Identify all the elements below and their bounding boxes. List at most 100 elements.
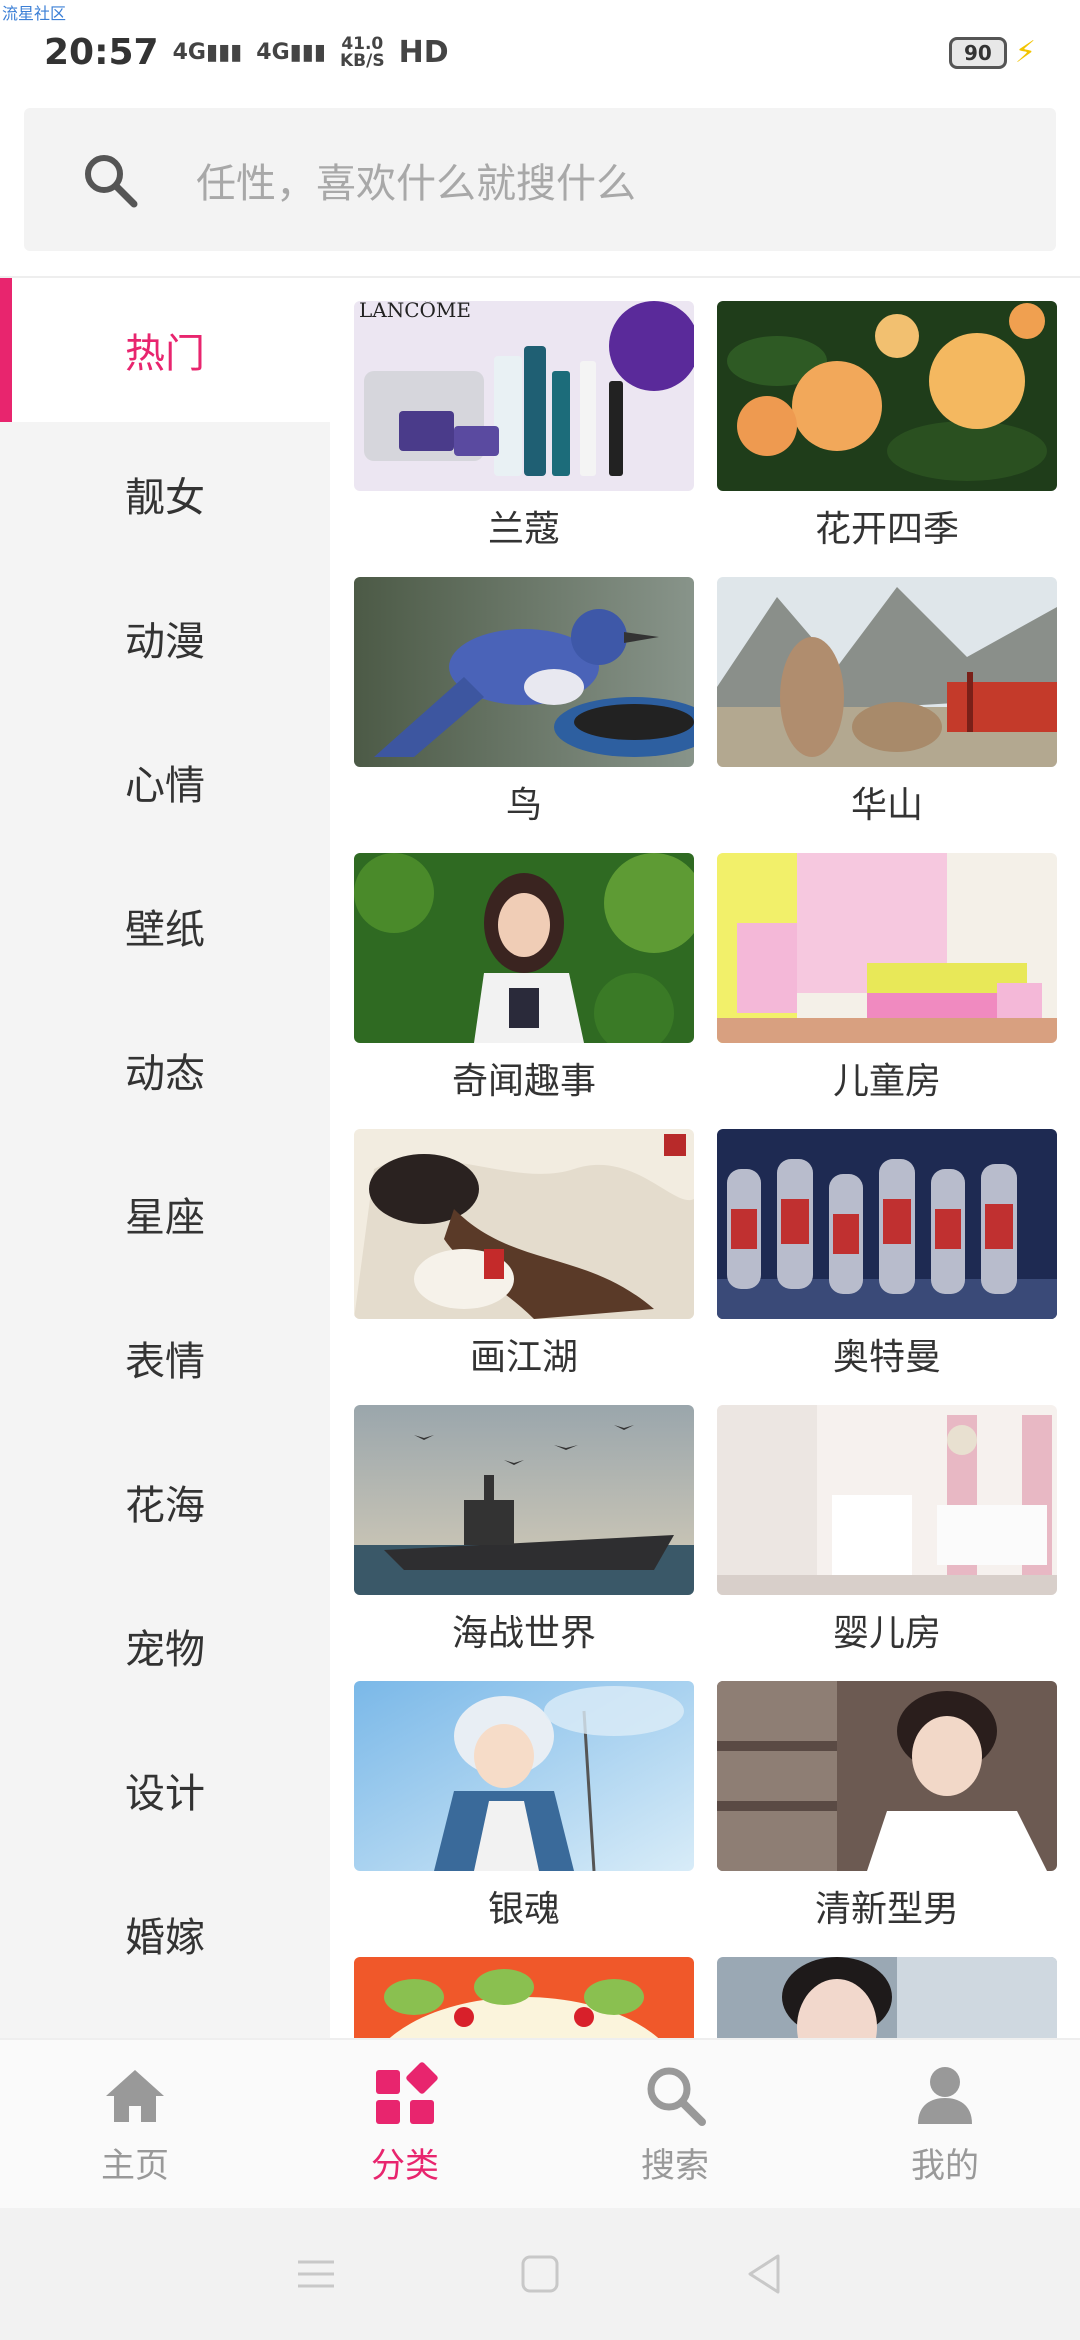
signal-1-label: 4G xyxy=(172,39,206,65)
category-thumbnail xyxy=(717,1405,1057,1595)
sidebar-item-label: 心情 xyxy=(125,763,205,809)
nav-search[interactable]: 搜索 xyxy=(540,2040,810,2208)
category-thumbnail xyxy=(717,1681,1057,1871)
category-thumbnail xyxy=(354,577,694,767)
home-icon xyxy=(106,2070,164,2122)
category-caption: 海战世界 xyxy=(451,1613,596,1654)
signal-bars-icon: ▮▮▮ xyxy=(289,39,326,65)
category-thumbnail: LANCÔME xyxy=(354,301,694,491)
category-card-painted-jianghu[interactable]: 画江湖 xyxy=(354,1106,694,1378)
sidebar-item-hot[interactable]: 热门 xyxy=(0,278,330,422)
sidebar-item-flowers[interactable]: 花海 xyxy=(0,1430,330,1574)
category-card-ultraman[interactable]: 奥特曼 xyxy=(717,1106,1057,1378)
back-icon[interactable] xyxy=(742,2252,786,2296)
category-caption: 画江湖 xyxy=(469,1337,578,1378)
sidebar-item-emoji[interactable]: 表情 xyxy=(0,1286,330,1430)
category-thumbnail xyxy=(717,1129,1057,1319)
category-card-fresh-guy[interactable]: 清新型男 xyxy=(717,1658,1057,1930)
category-card-curiosities[interactable]: 奇闻趣事 xyxy=(354,830,694,1102)
sidebar-item-pets[interactable]: 宠物 xyxy=(0,1574,330,1718)
category-thumbnail xyxy=(354,1129,694,1319)
sidebar-item-label: 表情 xyxy=(125,1339,205,1385)
sidebar-item-label: 动态 xyxy=(125,1051,205,1097)
category-thumbnail xyxy=(354,853,694,1043)
category-card-bird[interactable]: 鸟 xyxy=(354,554,694,826)
category-thumbnail xyxy=(717,301,1057,491)
category-caption: 鸟 xyxy=(505,785,542,826)
sidebar-item-label: 热门 xyxy=(125,331,205,377)
sidebar-item-wedding[interactable]: 婚嫁 xyxy=(0,1862,330,2006)
nav-profile[interactable]: 我的 xyxy=(810,2040,1080,2208)
signal-2-label: 4G xyxy=(256,39,290,65)
sidebar-item-zodiac[interactable]: 星座 xyxy=(0,1142,330,1286)
sidebar-item-design[interactable]: 设计 xyxy=(0,1718,330,1862)
hd-indicator: HD xyxy=(398,35,449,70)
net-speed-value: 41.0 xyxy=(341,33,384,54)
category-caption: 清新型男 xyxy=(814,1889,959,1930)
category-card-lancome[interactable]: LANCÔME 兰蔻 xyxy=(354,278,694,550)
signal-1: 4G▮▮▮ xyxy=(172,39,243,65)
sidebar-item-label: 设计 xyxy=(125,1771,205,1817)
profile-icon xyxy=(918,2067,972,2124)
battery-level: 90 xyxy=(964,40,992,65)
category-caption: 奇闻趣事 xyxy=(451,1061,596,1102)
net-speed-unit: KB/S xyxy=(340,50,385,71)
sidebar-item-label: 婚嫁 xyxy=(125,1915,205,1961)
category-caption: 银魂 xyxy=(487,1889,560,1930)
category-card-gintama[interactable]: 银魂 xyxy=(354,1658,694,1930)
search-input[interactable]: 任性，喜欢什么就搜什么 xyxy=(196,151,636,209)
sidebar-item-label: 花海 xyxy=(125,1483,205,1529)
category-thumbnail xyxy=(354,1681,694,1871)
status-bar: 20:57 4G▮▮▮ 4G▮▮▮ 41.0 KB/S HD 90 ⚡ xyxy=(0,0,1080,105)
sidebar-item-label: 宠物 xyxy=(125,1627,205,1673)
category-icon xyxy=(376,2062,438,2124)
sidebar-item-anime[interactable]: 动漫 xyxy=(0,566,330,710)
search-icon xyxy=(647,2067,706,2126)
search-bar[interactable]: 任性，喜欢什么就搜什么 xyxy=(24,108,1056,251)
category-caption: 兰蔻 xyxy=(487,509,560,550)
sidebar-item-label: 壁纸 xyxy=(125,907,205,953)
sidebar-item-mood[interactable]: 心情 xyxy=(0,710,330,854)
sidebar-item-label: 动漫 xyxy=(125,619,205,665)
category-card-huashan[interactable]: 华山 xyxy=(717,554,1057,826)
category-card-portrait[interactable] xyxy=(717,1934,1057,2038)
category-caption: 花开四季 xyxy=(814,509,959,550)
net-speed: 41.0 KB/S xyxy=(340,33,385,71)
category-thumbnail xyxy=(717,1957,1057,2038)
nav-home[interactable]: 主页 xyxy=(0,2040,270,2208)
bottom-navigation: 主页 分类 搜索 我的 xyxy=(0,2038,1080,2208)
category-card-kids-room[interactable]: 儿童房 xyxy=(717,830,1057,1102)
nav-category[interactable]: 分类 xyxy=(270,2040,540,2208)
status-left: 20:57 4G▮▮▮ 4G▮▮▮ 41.0 KB/S HD xyxy=(44,32,449,73)
nav-label: 我的 xyxy=(911,2146,979,2186)
search-icon xyxy=(85,154,138,207)
sidebar-item-wallpaper[interactable]: 壁纸 xyxy=(0,854,330,998)
category-card-flowers[interactable]: 花开四季 xyxy=(717,278,1057,550)
category-thumbnail xyxy=(717,577,1057,767)
category-sidebar: 热门 靓女 动漫 心情 壁纸 动态 星座 表情 花海 宠物 设计 婚嫁 xyxy=(0,278,330,2038)
category-thumbnail xyxy=(354,1405,694,1595)
category-caption: 儿童房 xyxy=(832,1061,941,1102)
nav-label: 主页 xyxy=(101,2146,169,2186)
signal-2: 4G▮▮▮ xyxy=(256,39,326,65)
category-card-food[interactable] xyxy=(354,1934,694,2038)
category-grid: LANCÔME 兰蔻 花开四季 鸟 华山 奇闻趣事 儿童房 画江湖 奥特曼 海战… xyxy=(330,278,1080,2038)
active-indicator xyxy=(0,278,12,422)
charging-icon: ⚡ xyxy=(1014,35,1036,70)
category-thumbnail xyxy=(717,853,1057,1043)
category-caption: 华山 xyxy=(850,785,923,826)
screen: 流星社区 20:57 4G▮▮▮ 4G▮▮▮ 41.0 KB/S HD 90 ⚡… xyxy=(0,0,1080,2340)
category-caption: 奥特曼 xyxy=(832,1337,941,1378)
lancome-logo-text: LANCÔME xyxy=(359,301,471,322)
nav-label: 分类 xyxy=(371,2146,439,2186)
category-card-naval-war[interactable]: 海战世界 xyxy=(354,1382,694,1654)
sidebar-item-animated[interactable]: 动态 xyxy=(0,998,330,1142)
sidebar-item-beauty[interactable]: 靓女 xyxy=(0,422,330,566)
sidebar-item-label: 星座 xyxy=(125,1195,205,1241)
home-button-icon[interactable] xyxy=(518,2252,562,2296)
battery-icon: 90 xyxy=(948,36,1007,69)
menu-icon[interactable] xyxy=(294,2252,338,2296)
category-card-baby-room[interactable]: 婴儿房 xyxy=(717,1382,1057,1654)
status-right: 90 ⚡ xyxy=(948,35,1036,70)
system-navigation xyxy=(0,2208,1080,2340)
